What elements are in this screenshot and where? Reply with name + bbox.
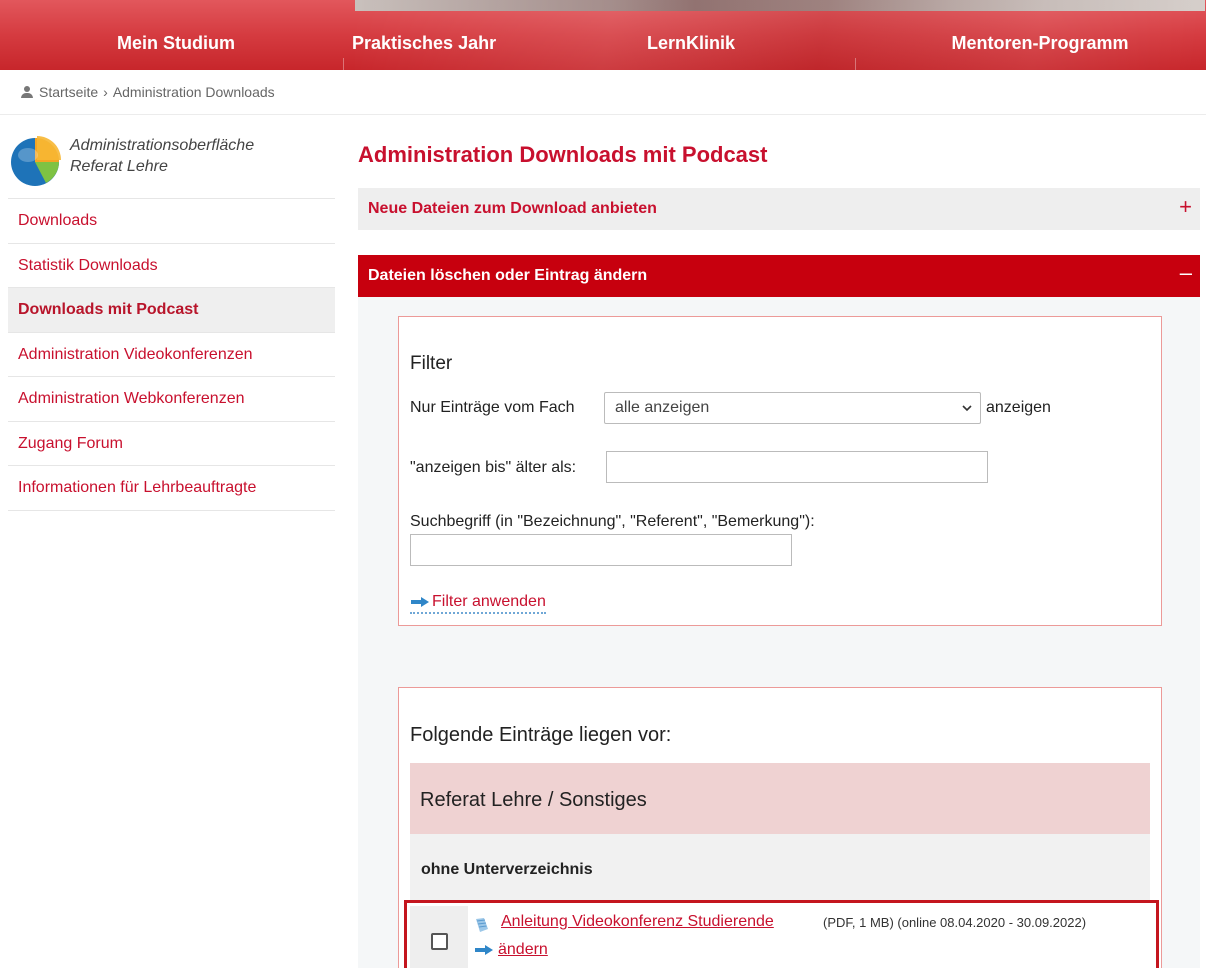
- subdirectory-header: ohne Unterverzeichnis: [410, 834, 1150, 900]
- document-icon: [476, 918, 488, 932]
- accordion-new-files-label: Neue Dateien zum Download anbieten: [368, 200, 657, 217]
- entries-panel: Folgende Einträge liegen vor: Referat Le…: [398, 687, 1162, 968]
- sidebar-title: Administrationsoberfläche Referat Lehre: [70, 135, 254, 177]
- sidebar-item-statistik-downloads[interactable]: Statistik Downloads: [8, 244, 335, 288]
- breadcrumb-current: Administration Downloads: [112, 84, 275, 100]
- pie-chart-icon: [11, 136, 61, 186]
- sidebar-item-zugang-forum[interactable]: Zugang Forum: [8, 422, 335, 466]
- accordion-manage-body: Filter Nur Einträge vom Fach alle anzeig…: [358, 297, 1200, 968]
- page-title: Administration Downloads mit Podcast: [358, 142, 768, 167]
- nav-item-lernklinik[interactable]: LernKlinik: [606, 28, 776, 58]
- filter-title: Filter: [410, 353, 453, 374]
- breadcrumb-separator: ›: [103, 84, 108, 100]
- plus-icon[interactable]: +: [1179, 196, 1192, 218]
- nav-divider: [855, 58, 856, 70]
- sidebar-item-administration-webkonferenzen[interactable]: Administration Webkonferenzen: [8, 377, 335, 422]
- breadcrumb-divider: [0, 114, 1206, 115]
- apply-filter-link[interactable]: Filter anwenden: [410, 593, 546, 614]
- sidebar-item-downloads[interactable]: Downloads: [8, 199, 335, 244]
- group-header-label: Referat Lehre / Sonstiges: [420, 789, 647, 811]
- subject-filter-suffix: anzeigen: [986, 399, 1051, 416]
- accordion-manage-files-label: Dateien löschen oder Eintrag ändern: [368, 267, 648, 284]
- search-label: Suchbegriff (in "Bezeichnung", "Referent…: [410, 513, 815, 530]
- subject-select[interactable]: alle anzeigen: [604, 392, 981, 424]
- chevron-down-icon: [962, 405, 972, 412]
- filter-panel: Filter Nur Einträge vom Fach alle anzeig…: [398, 316, 1162, 626]
- nav-item-mein-studium[interactable]: Mein Studium: [0, 28, 352, 58]
- file-meta: (PDF, 1 MB) (online 08.04.2020 - 30.09.2…: [823, 915, 1087, 930]
- nav-divider: [343, 58, 344, 70]
- edit-row: ändern: [474, 941, 548, 959]
- subdirectory-label: ohne Unterverzeichnis: [421, 861, 593, 878]
- group-header: Referat Lehre / Sonstiges: [410, 763, 1150, 834]
- subject-filter-label: Nur Einträge vom Fach: [410, 399, 575, 416]
- subject-select-value: alle anzeigen: [615, 399, 710, 416]
- older-than-label: "anzeigen bis" älter als:: [410, 459, 577, 476]
- accordion-new-files[interactable]: Neue Dateien zum Download anbieten +: [358, 188, 1200, 230]
- sidebar-title-line2: Referat Lehre: [70, 158, 168, 175]
- minus-icon[interactable]: –: [1180, 262, 1192, 284]
- user-icon: [20, 86, 34, 98]
- nav-item-mentoren-programm[interactable]: Mentoren-Programm: [900, 28, 1180, 58]
- sidebar-item-administration-videokonferenzen[interactable]: Administration Videokonferenzen: [8, 333, 335, 377]
- checkbox-cell: [410, 906, 468, 968]
- nav-item-praktisches-jahr[interactable]: Praktisches Jahr: [352, 28, 522, 58]
- sidebar-item-downloads-mit-podcast[interactable]: Downloads mit Podcast: [8, 288, 335, 333]
- list-item: Anleitung Videokonferenz Studierende (PD…: [404, 900, 1159, 968]
- sidebar-title-line1: Administrationsoberfläche: [70, 137, 255, 154]
- arrow-right-icon: [475, 945, 493, 955]
- sidebar: Administrationsoberfläche Referat Lehre …: [8, 125, 335, 511]
- apply-filter-label: Filter anwenden: [432, 593, 546, 610]
- older-than-input[interactable]: [606, 451, 988, 483]
- sidebar-item-informationen-lehrbeauftragte[interactable]: Informationen für Lehrbeauftragte: [8, 466, 335, 511]
- file-link[interactable]: Anleitung Videokonferenz Studierende: [501, 913, 774, 931]
- entry-checkbox[interactable]: [431, 933, 448, 950]
- breadcrumb: Startseite › Administration Downloads: [20, 84, 275, 100]
- search-input[interactable]: [410, 534, 792, 566]
- edit-link[interactable]: ändern: [498, 941, 548, 959]
- breadcrumb-home[interactable]: Startseite: [39, 84, 98, 100]
- top-navigation: Mein Studium Praktisches Jahr LernKlinik…: [0, 0, 1206, 70]
- arrow-right-icon: [411, 597, 429, 607]
- accordion-manage-files[interactable]: Dateien löschen oder Eintrag ändern –: [358, 255, 1200, 297]
- sidebar-header: Administrationsoberfläche Referat Lehre: [8, 125, 335, 199]
- entries-title: Folgende Einträge liegen vor:: [410, 724, 672, 746]
